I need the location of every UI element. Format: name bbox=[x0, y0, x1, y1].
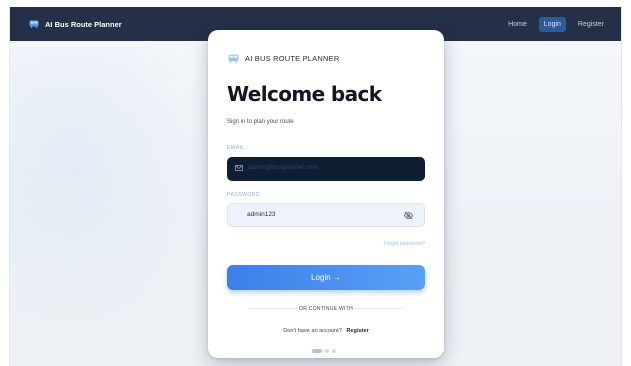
email-value: admin@busplanner.com bbox=[248, 164, 319, 171]
card-brand: AI BUS ROUTE PLANNER bbox=[228, 54, 339, 63]
register-prompt-row: Don't have an account? Register bbox=[208, 328, 444, 334]
nav-links: Home Login Register bbox=[503, 7, 609, 41]
card-brand-name: AI BUS ROUTE PLANNER bbox=[245, 54, 340, 63]
bus-icon bbox=[29, 20, 39, 28]
register-link[interactable]: Register bbox=[346, 328, 368, 334]
login-button[interactable]: Login → bbox=[227, 265, 425, 290]
login-card: AI BUS ROUTE PLANNER Welcome back Sign i… bbox=[208, 30, 444, 358]
nav-link-register[interactable]: Register bbox=[573, 17, 609, 32]
bus-icon bbox=[228, 54, 239, 63]
password-field[interactable]: admin123 bbox=[227, 203, 425, 227]
register-prompt: Don't have an account? bbox=[283, 328, 342, 334]
pager-dot bbox=[332, 349, 336, 353]
mail-icon bbox=[235, 165, 243, 171]
pager-dots bbox=[312, 349, 336, 353]
email-field[interactable]: admin@busplanner.com bbox=[227, 157, 425, 181]
nav-link-login[interactable]: Login bbox=[538, 16, 566, 32]
forgot-password-link[interactable]: Forgot password? bbox=[383, 241, 425, 247]
eye-off-icon[interactable] bbox=[403, 210, 414, 221]
nav-link-home[interactable]: Home bbox=[503, 17, 532, 32]
email-label: EMAIL bbox=[227, 145, 245, 151]
navbar-brand[interactable]: AI Bus Route Planner bbox=[29, 20, 122, 29]
pager-dot bbox=[325, 349, 329, 353]
app-window: AI Bus Route Planner Home Login Register… bbox=[9, 7, 622, 366]
password-value: admin123 bbox=[247, 211, 276, 218]
navbar-brand-name: AI Bus Route Planner bbox=[45, 19, 122, 29]
pager-dot-active bbox=[312, 349, 322, 353]
password-label: PASSWORD bbox=[227, 192, 261, 198]
page-subtitle: Sign in to plan your route bbox=[227, 119, 294, 125]
page-title: Welcome back bbox=[227, 82, 382, 106]
divider-text: OR CONTINUE WITH bbox=[299, 306, 353, 312]
